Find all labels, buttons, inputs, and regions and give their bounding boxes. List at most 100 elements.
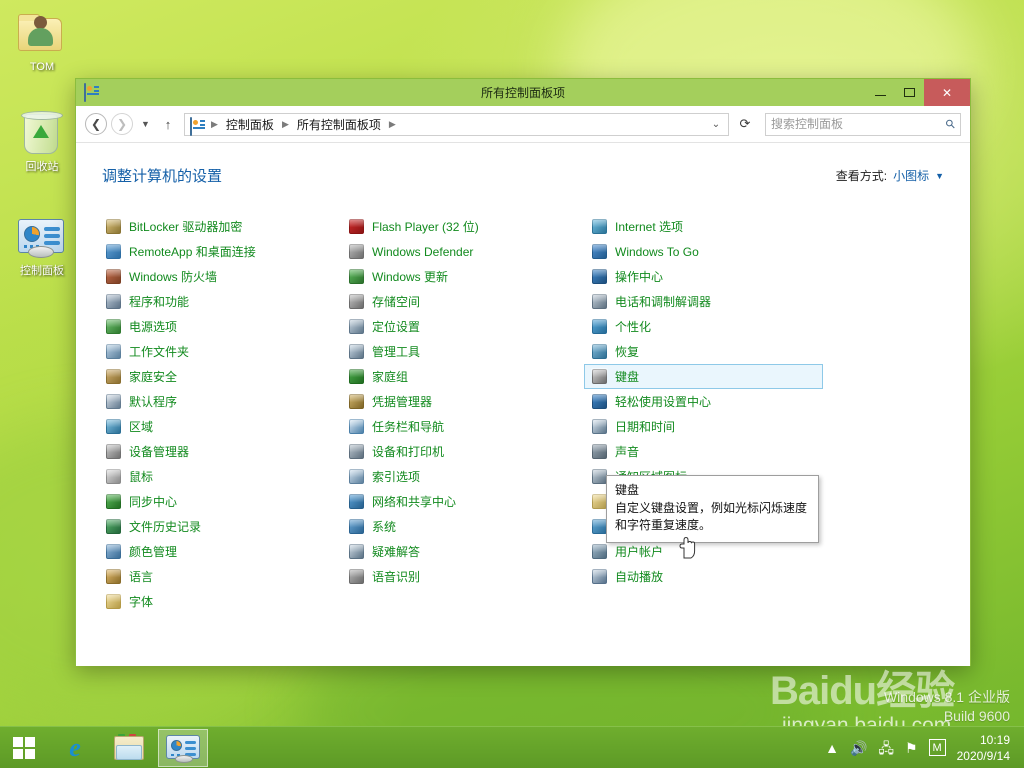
control-panel-item-label: 任务栏和导航 xyxy=(372,420,445,434)
control-panel-item[interactable]: 个性化 xyxy=(584,314,827,339)
control-panel-item[interactable]: Internet 选项 xyxy=(584,214,827,239)
volume-icon[interactable]: 🔊 xyxy=(850,741,867,755)
breadcrumb-separator: ▶ xyxy=(211,118,218,129)
control-panel-item[interactable]: 字体 xyxy=(98,589,341,614)
devices-printers-icon xyxy=(348,443,365,460)
breadcrumb-item-control-panel[interactable]: 控制面板 xyxy=(221,114,279,135)
control-panel-item[interactable]: 鼠标 xyxy=(98,464,341,489)
control-panel-item[interactable]: 设备和打印机 xyxy=(341,439,584,464)
control-panel-item[interactable]: 工作文件夹 xyxy=(98,339,341,364)
control-panel-item[interactable]: 存储空间 xyxy=(341,289,584,314)
control-panel-item[interactable]: 默认程序 xyxy=(98,389,341,414)
control-panel-item[interactable]: RemoteApp 和桌面连接 xyxy=(98,239,341,264)
control-panel-item[interactable]: Windows Defender xyxy=(341,239,584,264)
windows-to-go-icon xyxy=(591,243,608,260)
taskbar[interactable]: e ▲ 🔊 🖧 ⚑ M 10:19 2020/9/14 xyxy=(0,726,1024,768)
start-button[interactable] xyxy=(0,727,48,768)
back-button[interactable]: ❮ xyxy=(85,113,107,135)
desktop-icon-recycle-bin[interactable]: 回收站 xyxy=(4,111,80,174)
action-center-icon[interactable]: ⚑ xyxy=(905,741,918,755)
control-panel-item[interactable]: 声音 xyxy=(584,439,827,464)
control-panel-item[interactable]: 系统 xyxy=(341,514,584,539)
control-panel-item-label: 疑难解答 xyxy=(372,545,421,559)
control-panel-item[interactable]: 颜色管理 xyxy=(98,539,341,564)
control-panel-item[interactable]: 家庭组 xyxy=(341,364,584,389)
chevron-down-icon[interactable]: ▼ xyxy=(935,171,944,181)
control-panel-item[interactable]: 语言 xyxy=(98,564,341,589)
tooltip-title: 键盘 xyxy=(615,483,640,497)
window-controls: ✕ xyxy=(866,79,970,106)
control-panel-item[interactable]: Windows 更新 xyxy=(341,264,584,289)
control-panel-item[interactable]: 定位设置 xyxy=(341,314,584,339)
system-tray: ▲ 🔊 🖧 ⚑ M 10:19 2020/9/14 xyxy=(825,732,1024,764)
control-panel-item[interactable]: 疑难解答 xyxy=(341,539,584,564)
refresh-button[interactable]: ⟳ xyxy=(733,113,757,136)
taskbar-item-file-explorer[interactable] xyxy=(104,729,154,767)
network-icon[interactable]: 🖧 xyxy=(878,741,894,755)
control-panel-item[interactable]: 操作中心 xyxy=(584,264,827,289)
chevron-down-icon[interactable]: ⌄ xyxy=(706,119,726,130)
programs-features-icon xyxy=(105,293,122,310)
control-panel-item[interactable]: 日期和时间 xyxy=(584,414,827,439)
taskbar-clock[interactable]: 10:19 2020/9/14 xyxy=(957,732,1014,764)
ime-indicator[interactable]: M xyxy=(928,739,946,756)
device-manager-icon xyxy=(105,443,122,460)
bitlocker-icon xyxy=(105,218,122,235)
control-panel-item[interactable]: 网络和共享中心 xyxy=(341,489,584,514)
control-panel-item[interactable]: 家庭安全 xyxy=(98,364,341,389)
watermark-build: Build 9600 xyxy=(943,708,1010,724)
control-panel-item[interactable]: Windows 防火墙 xyxy=(98,264,341,289)
work-folders-icon xyxy=(105,343,122,360)
network-sharing-icon xyxy=(348,493,365,510)
control-panel-item[interactable]: 区域 xyxy=(98,414,341,439)
control-panel-item[interactable]: 设备管理器 xyxy=(98,439,341,464)
show-hidden-icons-button[interactable]: ▲ xyxy=(825,741,839,755)
control-panel-item[interactable]: Windows To Go xyxy=(584,239,827,264)
control-panel-item-label: 声音 xyxy=(615,445,640,459)
control-panel-item[interactable]: 自动播放 xyxy=(584,564,827,589)
view-by-value[interactable]: 小图标 xyxy=(893,167,929,184)
taskbar-item-control-panel[interactable] xyxy=(158,728,208,767)
control-panel-item[interactable]: 凭据管理器 xyxy=(341,389,584,414)
control-panel-item[interactable]: 同步中心 xyxy=(98,489,341,514)
control-panel-column-1: BitLocker 驱动器加密 RemoteApp 和桌面连接 Windows 防火… xyxy=(98,214,341,614)
view-by-control[interactable]: 查看方式: 小图标 ▼ xyxy=(836,167,944,184)
control-panel-item[interactable]: 恢复 xyxy=(584,339,827,364)
control-panel-item[interactable]: 任务栏和导航 xyxy=(341,414,584,439)
desktop-icon-tom[interactable]: TOM xyxy=(4,12,80,74)
system-icon xyxy=(348,518,365,535)
control-panel-item[interactable]: 电话和调制解调器 xyxy=(584,289,827,314)
language-icon xyxy=(105,568,122,585)
forward-button[interactable]: ❯ xyxy=(111,113,133,135)
control-panel-item[interactable]: Flash Player (32 位) xyxy=(341,214,584,239)
breadcrumb-separator: ▶ xyxy=(388,118,396,129)
minimize-button[interactable] xyxy=(866,79,895,106)
control-panel-item[interactable]: 语音识别 xyxy=(341,564,584,589)
close-button[interactable]: ✕ xyxy=(924,79,970,106)
window-titlebar[interactable]: 所有控制面板项 ✕ xyxy=(76,79,970,106)
address-bar[interactable]: ▶ 控制面板 ▶ 所有控制面板项 ▶ ⌄ xyxy=(184,112,729,136)
control-panel-item-label: 索引选项 xyxy=(372,470,421,484)
control-panel-item[interactable]: BitLocker 驱动器加密 xyxy=(98,214,341,239)
control-panel-item[interactable]: 程序和功能 xyxy=(98,289,341,314)
recent-locations-button[interactable]: ▼ xyxy=(137,113,154,135)
control-panel-window[interactable]: 所有控制面板项 ✕ ❮ ❯ ▼ ↑ ▶ 控制面板 ▶ 所有控制面板项 ▶ ⌄ ⟳… xyxy=(75,78,971,666)
breadcrumb-item-all-items[interactable]: 所有控制面板项 xyxy=(292,114,386,135)
taskbar-item-internet-explorer[interactable]: e xyxy=(50,729,100,767)
control-panel-item[interactable]: 文件历史记录 xyxy=(98,514,341,539)
control-panel-item[interactable]: 管理工具 xyxy=(341,339,584,364)
control-panel-item[interactable]: 键盘 xyxy=(584,364,823,389)
maximize-button[interactable] xyxy=(895,79,924,106)
desktop-icon-control-panel[interactable]: 控制面板 xyxy=(4,216,80,278)
desktop[interactable]: TOM 回收站 控制面板 所有控制面板项 ✕ ❮ ❯ ▼ ↑ ▶ 控制面板 ▶ … xyxy=(0,0,1024,768)
keyboard-icon xyxy=(591,368,608,385)
phone-modem-icon xyxy=(591,293,608,310)
control-panel-item[interactable]: 电源选项 xyxy=(98,314,341,339)
search-input[interactable] xyxy=(771,117,947,131)
up-button[interactable]: ↑ xyxy=(158,113,178,135)
fonts-icon xyxy=(105,593,122,610)
control-panel-item[interactable]: 轻松使用设置中心 xyxy=(584,389,827,414)
search-box[interactable]: ⚲ xyxy=(765,112,961,136)
control-panel-item[interactable]: 索引选项 xyxy=(341,464,584,489)
speech-recognition-icon xyxy=(348,568,365,585)
